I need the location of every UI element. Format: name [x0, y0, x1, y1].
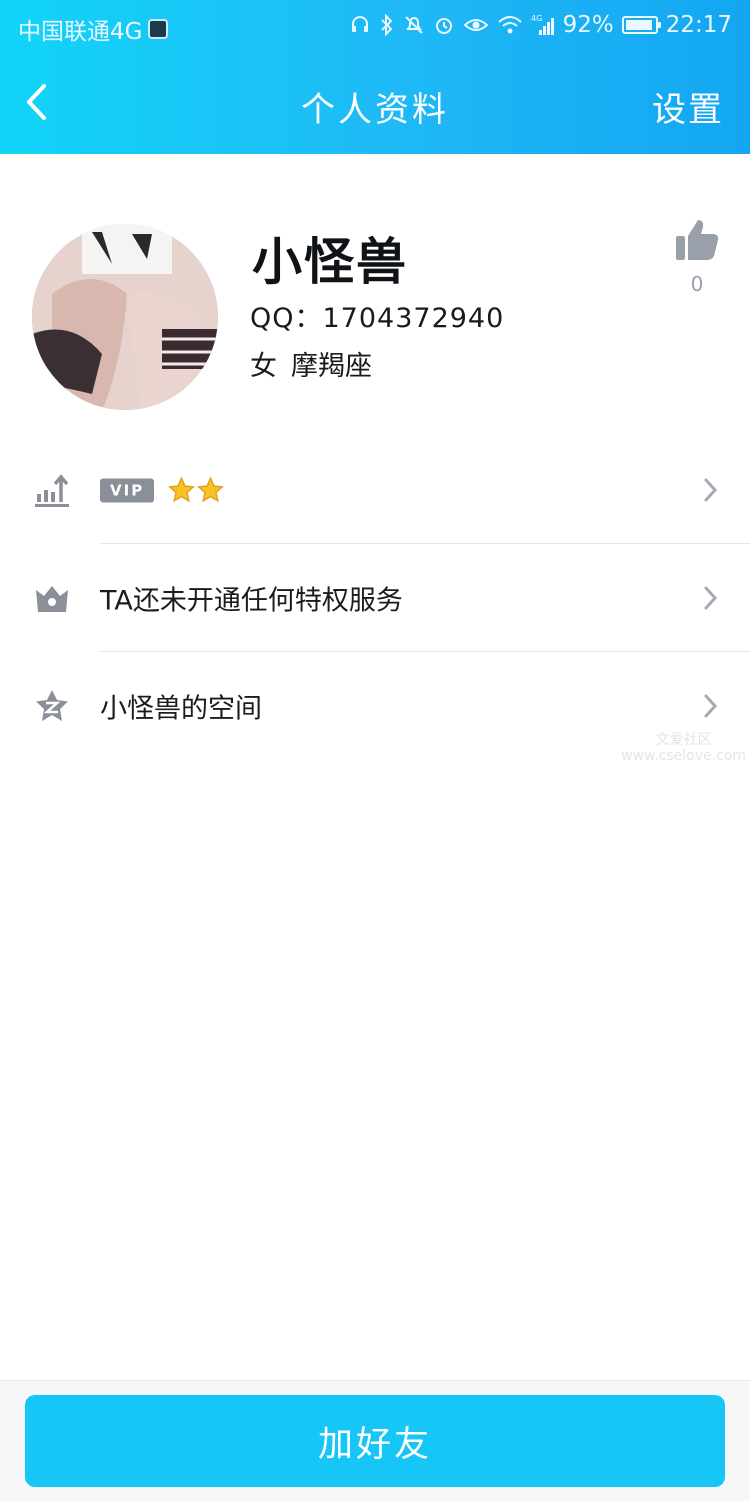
- avatar-photo: [32, 224, 218, 410]
- space-label: 小怪兽的空间: [100, 693, 262, 725]
- page-title: 个人资料: [301, 90, 449, 130]
- status-left: 中国联通4G: [18, 12, 169, 46]
- zodiac-label: 摩羯座: [291, 351, 372, 382]
- carrier-badge-icon: [148, 19, 169, 39]
- qzone-star-icon: [36, 690, 68, 721]
- qq-number: QQ：1704372940: [250, 303, 505, 334]
- bottom-bar: 加好友: [0, 1380, 750, 1501]
- header: 中国联通4G 4G 92% 22:17 个人资料 设置: [0, 0, 750, 154]
- star-icon: [197, 476, 225, 503]
- chevron-right-icon: [704, 478, 718, 502]
- carrier-text: 中国联通4G: [18, 19, 143, 45]
- add-friend-button[interactable]: 加好友: [25, 1395, 725, 1487]
- gender-label: 女: [250, 351, 277, 382]
- alarm-icon: [433, 13, 455, 37]
- thumbs-up-icon: [676, 220, 719, 260]
- privilege-label: TA还未开通任何特权服务: [100, 585, 403, 617]
- crown-icon: [36, 586, 68, 612]
- signal-icon: 4G: [531, 13, 555, 37]
- status-time: 22:17: [665, 12, 732, 38]
- like-count: 0: [690, 272, 704, 296]
- wifi-icon: [497, 13, 523, 37]
- profile-card: 小怪兽 QQ：1704372940 女 摩羯座 0: [0, 154, 750, 424]
- vip-stars: [168, 476, 225, 504]
- bluetooth-icon: [379, 13, 395, 37]
- profile-menu: VIP TA还未开通任何特权服务 小怪兽的空间: [0, 436, 750, 760]
- status-right: 4G 92% 22:17: [349, 12, 732, 38]
- level-up-icon: [35, 474, 69, 507]
- privilege-content: TA还未开通任何特权服务: [100, 579, 403, 618]
- watermark-line1: 文爱社区: [655, 732, 712, 748]
- watermark: 文爱社区 www.cselove.com: [621, 732, 746, 764]
- chevron-right-icon: [704, 586, 718, 610]
- space-content: 小怪兽的空间: [100, 687, 262, 726]
- battery-percent: 92%: [562, 12, 614, 38]
- star-icon: [168, 476, 196, 503]
- mute-icon: [403, 13, 425, 37]
- vip-badge: VIP: [100, 478, 155, 502]
- profile-info: 女 摩羯座: [250, 344, 372, 383]
- status-bar: 中国联通4G 4G 92% 22:17: [0, 0, 750, 52]
- chevron-right-icon: [704, 694, 718, 718]
- headset-icon: [349, 13, 371, 37]
- network-type-label: 4G: [531, 14, 542, 23]
- avatar[interactable]: [32, 224, 218, 410]
- eye-icon: [463, 13, 489, 37]
- like-button[interactable]: 0: [674, 218, 720, 296]
- battery-icon: [621, 16, 661, 34]
- settings-button[interactable]: 设置: [652, 82, 724, 131]
- menu-item-privilege[interactable]: TA还未开通任何特权服务: [0, 544, 750, 652]
- profile-name: 小怪兽: [252, 233, 408, 291]
- navigation-bar: 个人资料 设置: [0, 52, 750, 154]
- menu-item-vip[interactable]: VIP: [0, 436, 750, 544]
- vip-content: VIP: [100, 476, 225, 504]
- watermark-line2: www.cselove.com: [621, 748, 746, 764]
